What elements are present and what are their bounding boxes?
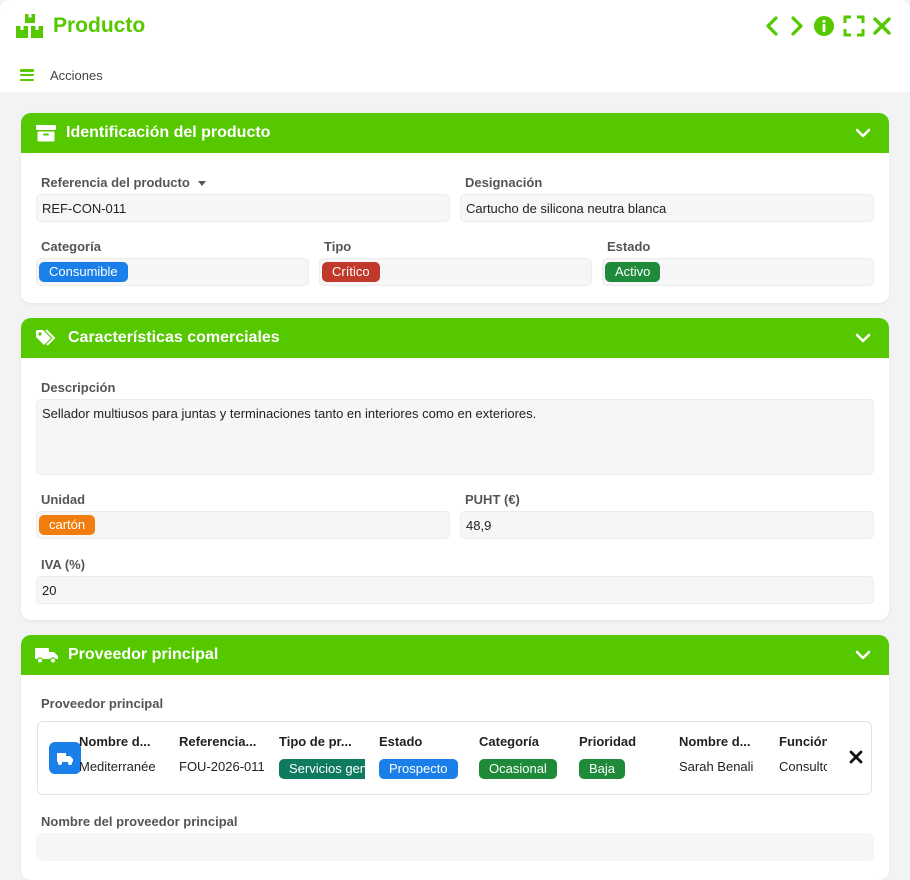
col-header: Categoría (479, 734, 539, 749)
col-header: Referencia... (179, 734, 257, 749)
vat-label: IVA (%) (41, 557, 86, 572)
supplier-col-status: Estado Prospecto (379, 734, 467, 779)
unit-label: Unidad (41, 492, 86, 507)
category-label: Categoría (41, 239, 101, 254)
col-value: Prospecto (379, 759, 467, 779)
unit-badge: cartón (39, 515, 96, 535)
supplier-title: Proveedor principal (68, 646, 219, 663)
close-icon[interactable] (871, 15, 893, 37)
tags-icon (36, 329, 56, 346)
reference-label[interactable]: Referencia del producto (41, 175, 206, 190)
description-label: Descripción (41, 380, 116, 395)
category-badge: Ocasional (479, 759, 557, 779)
description-field[interactable]: Sellador multiusos para juntas y termina… (36, 399, 874, 475)
vat-field[interactable]: 20 (36, 576, 874, 604)
supplier-col-contact: Nombre d... Sarah Benali (679, 734, 767, 779)
chevron-left-icon[interactable] (762, 15, 784, 37)
boxes-icon (16, 14, 43, 38)
supplier-section: Proveedor principal Proveedor principal … (21, 635, 889, 880)
puht-label: PUHT (€) (465, 492, 520, 507)
col-header: Estado (379, 734, 423, 749)
category-badge: Consumible (39, 262, 128, 282)
col-header: Nombre d... (679, 734, 751, 749)
col-value: Baja (579, 759, 667, 779)
status-badge: Activo (605, 262, 661, 282)
type-badge: Servicios generales (279, 759, 365, 779)
commercial-title: Características comerciales (68, 329, 280, 346)
type-badge: Crítico (322, 262, 380, 282)
hamburger-icon[interactable] (20, 69, 34, 81)
col-value: Servicios generales (279, 759, 365, 779)
remove-icon[interactable] (849, 750, 863, 764)
supplier-col-category: Categoría Ocasional (479, 734, 567, 779)
fullscreen-icon[interactable] (843, 15, 865, 37)
supplier-col-type: Tipo de pr... Servicios generales (279, 734, 365, 779)
identification-section: Identificación del producto Referencia d… (21, 113, 889, 303)
supplier-col-function: Función Consultor (779, 734, 827, 779)
truck-icon (35, 648, 58, 664)
identification-title: Identificación del producto (66, 124, 271, 141)
commercial-section: Características comerciales Descripción … (21, 318, 889, 620)
window-title: Producto (53, 14, 146, 37)
status-badge: Prospecto (379, 759, 458, 779)
supplier-header[interactable]: Proveedor principal (21, 635, 889, 675)
supplier-field-label: Proveedor principal (41, 696, 164, 711)
actions-menu[interactable]: Acciones (20, 66, 103, 84)
supplier-name-field[interactable] (36, 833, 874, 861)
supplier-icon (49, 742, 81, 774)
info-icon[interactable] (813, 15, 835, 37)
product-window: Producto Acciones Identificación del pro… (0, 0, 910, 880)
col-value: Consultor (779, 759, 827, 774)
supplier-col-priority: Prioridad Baja (579, 734, 667, 779)
box-icon (36, 125, 56, 142)
type-label: Tipo (324, 239, 352, 254)
category-field[interactable]: Consumible (36, 258, 309, 286)
designation-field[interactable]: Cartucho de silicona neutra blanca (460, 194, 874, 222)
status-field[interactable]: Activo (602, 258, 874, 286)
chevron-down-icon[interactable] (855, 647, 871, 663)
col-header: Función (779, 734, 827, 749)
chevron-down-icon[interactable] (855, 330, 871, 346)
chevron-down-icon[interactable] (855, 125, 871, 141)
col-value: Mediterranée (79, 759, 156, 774)
supplier-col-name: Nombre d... Mediterranée (79, 734, 167, 779)
priority-badge: Baja (579, 759, 626, 779)
designation-label: Designación (465, 175, 543, 190)
supplier-record[interactable]: Nombre d... Mediterranée Referencia... F… (37, 721, 872, 795)
col-header: Tipo de pr... (279, 734, 352, 749)
supplier-col-reference: Referencia... FOU-2026-011 (179, 734, 267, 779)
commercial-header[interactable]: Características comerciales (21, 318, 889, 358)
identification-header[interactable]: Identificación del producto (21, 113, 889, 153)
chevron-right-icon[interactable] (785, 15, 807, 37)
col-header: Nombre d... (79, 734, 151, 749)
supplier-name-label: Nombre del proveedor principal (41, 814, 238, 829)
col-value: Ocasional (479, 759, 567, 779)
reference-field[interactable]: REF-CON-011 (36, 194, 450, 222)
status-label: Estado (607, 239, 651, 254)
col-value: Sarah Benali (679, 759, 754, 774)
puht-field[interactable]: 48,9 (460, 511, 874, 539)
title-bar: Producto Acciones (0, 0, 910, 92)
unit-field[interactable]: cartón (36, 511, 450, 539)
caret-down-icon[interactable] (197, 181, 206, 187)
actions-label[interactable]: Acciones (50, 68, 103, 83)
col-header: Prioridad (579, 734, 637, 749)
col-value: FOU-2026-011 (179, 759, 265, 774)
type-field[interactable]: Crítico (319, 258, 592, 286)
